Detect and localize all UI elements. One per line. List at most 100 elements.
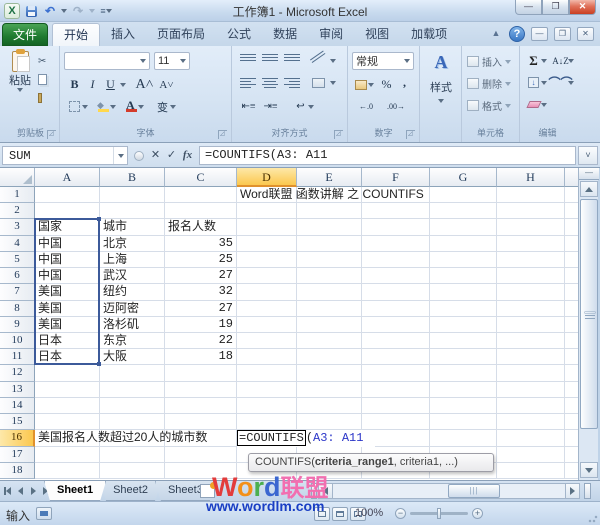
paste-button[interactable]: 粘贴 xyxy=(5,51,35,92)
cell-D5[interactable] xyxy=(237,252,297,268)
font-name-combobox[interactable] xyxy=(64,52,150,70)
cell-B17[interactable] xyxy=(100,447,165,463)
cell-A13[interactable] xyxy=(35,382,100,398)
cell-F14[interactable] xyxy=(362,398,430,414)
cell-A17[interactable] xyxy=(35,447,100,463)
autosum-button[interactable]: Σ xyxy=(525,52,542,69)
ribbon-minimize-button[interactable]: — xyxy=(531,27,548,41)
comma-style-button[interactable]: , xyxy=(396,74,413,91)
zoom-in-button[interactable]: + xyxy=(472,508,483,519)
cell-E5[interactable] xyxy=(297,252,362,268)
cell-D12[interactable] xyxy=(237,365,297,381)
row-header-8[interactable]: 8 xyxy=(0,301,35,317)
fill-button[interactable]: ↓ xyxy=(525,74,542,91)
cell-H5[interactable] xyxy=(497,252,565,268)
cell-H3[interactable] xyxy=(497,219,565,235)
fill-color-button[interactable]: ◆ xyxy=(94,98,111,115)
cell-H8[interactable] xyxy=(497,301,565,317)
column-header-B[interactable]: B xyxy=(100,168,165,187)
vertical-split-handle[interactable]: — xyxy=(579,168,599,180)
cell-H17[interactable] xyxy=(497,447,565,463)
styles-button[interactable]: A 样式 xyxy=(423,52,459,103)
cell-D4[interactable] xyxy=(237,236,297,252)
cell-B14[interactable] xyxy=(100,398,165,414)
formula-input[interactable]: =COUNTIFS(A3: A11 xyxy=(199,146,576,165)
cell-F11[interactable] xyxy=(362,349,430,365)
font-size-combobox[interactable]: 11 xyxy=(154,52,190,70)
cell-A16[interactable]: 美国报名人数超过20人的城市数 xyxy=(35,430,100,446)
row-header-14[interactable]: 14 xyxy=(0,398,35,414)
name-box[interactable]: SUM xyxy=(2,146,128,165)
ribbon-tab[interactable]: 公式 xyxy=(216,23,262,46)
horizontal-split-handle[interactable] xyxy=(584,483,591,499)
row-header-9[interactable]: 9 xyxy=(0,317,35,333)
cell-B8[interactable]: 迈阿密 xyxy=(100,301,165,317)
cell-E9[interactable] xyxy=(297,317,362,333)
scroll-right-arrow[interactable] xyxy=(565,483,580,499)
cell-A14[interactable] xyxy=(35,398,100,414)
row-header-1[interactable]: 1 xyxy=(0,187,35,203)
cell-A1[interactable] xyxy=(35,187,100,203)
cell-F4[interactable] xyxy=(362,236,430,252)
row-header-17[interactable]: 17 xyxy=(0,447,35,463)
collapse-ribbon-icon[interactable]: ▲ xyxy=(489,27,503,41)
bottom-align-button[interactable] xyxy=(284,54,300,66)
sort-dropdown[interactable] xyxy=(568,59,574,63)
cell-C12[interactable] xyxy=(165,365,237,381)
name-box-dropdown[interactable] xyxy=(113,147,127,164)
row-header-4[interactable]: 4 xyxy=(0,236,35,252)
vertical-scrollbar[interactable]: — xyxy=(578,168,598,480)
cell-E13[interactable] xyxy=(297,382,362,398)
cell-A4[interactable]: 中国 xyxy=(35,236,100,252)
cell-H11[interactable] xyxy=(497,349,565,365)
cell-F8[interactable] xyxy=(362,301,430,317)
cell-C10[interactable]: 22 xyxy=(165,333,237,349)
row-header-11[interactable]: 11 xyxy=(0,349,35,365)
cell-H15[interactable] xyxy=(497,414,565,430)
ribbon-tab[interactable]: 加载项 xyxy=(400,23,458,46)
scroll-up-arrow[interactable] xyxy=(580,181,598,197)
fill-color-dropdown[interactable] xyxy=(110,105,116,109)
cell-B12[interactable] xyxy=(100,365,165,381)
cell-E3[interactable] xyxy=(297,219,362,235)
horizontal-scroll-track[interactable] xyxy=(333,483,565,499)
zoom-track[interactable] xyxy=(410,512,468,515)
cell-G11[interactable] xyxy=(430,349,497,365)
merge-center-button[interactable] xyxy=(310,74,327,91)
cell-A12[interactable] xyxy=(35,365,100,381)
cell-H18[interactable] xyxy=(497,463,565,479)
cell-D6[interactable] xyxy=(237,268,297,284)
cell-C15[interactable] xyxy=(165,414,237,430)
spreadsheet-grid[interactable]: ABCDEFGH1Word联盟 函数讲解 之 COUNTIFS23国家城市报名人… xyxy=(0,168,578,480)
insert-cells-button[interactable]: 插入 xyxy=(467,54,511,69)
decrease-indent-button[interactable]: ⇤≡ xyxy=(240,98,257,115)
cell-C5[interactable]: 25 xyxy=(165,252,237,268)
cell-F15[interactable] xyxy=(362,414,430,430)
cell-B13[interactable] xyxy=(100,382,165,398)
cell-C1[interactable] xyxy=(165,187,237,203)
row-header-6[interactable]: 6 xyxy=(0,268,35,284)
cell-E12[interactable] xyxy=(297,365,362,381)
merge-dropdown[interactable] xyxy=(330,81,336,85)
font-dialog-launcher[interactable] xyxy=(218,130,227,139)
cell-F10[interactable] xyxy=(362,333,430,349)
cell-B18[interactable] xyxy=(100,463,165,479)
scroll-down-arrow[interactable] xyxy=(580,462,598,478)
cell-B10[interactable]: 东京 xyxy=(100,333,165,349)
wrap-dropdown[interactable] xyxy=(308,105,314,109)
cell-D3[interactable] xyxy=(237,219,297,235)
sheet-tab[interactable]: Sheet1 xyxy=(44,481,106,501)
next-sheet-button[interactable] xyxy=(28,484,39,498)
cell-B1[interactable] xyxy=(100,187,165,203)
insert-function-button[interactable]: fx xyxy=(180,147,195,164)
cell-C11[interactable]: 18 xyxy=(165,349,237,365)
enter-button[interactable]: ✓ xyxy=(164,147,179,164)
cell-D1[interactable]: Word联盟 函数讲解 之 COUNTIFS xyxy=(237,187,297,203)
cell-D10[interactable] xyxy=(237,333,297,349)
macro-record-icon[interactable] xyxy=(36,507,52,520)
percent-style-button[interactable]: % xyxy=(378,76,395,93)
cell-E7[interactable] xyxy=(297,284,362,300)
cell-G7[interactable] xyxy=(430,284,497,300)
border-dropdown[interactable] xyxy=(82,105,88,109)
sort-filter-button[interactable]: A↓Z xyxy=(552,52,569,69)
